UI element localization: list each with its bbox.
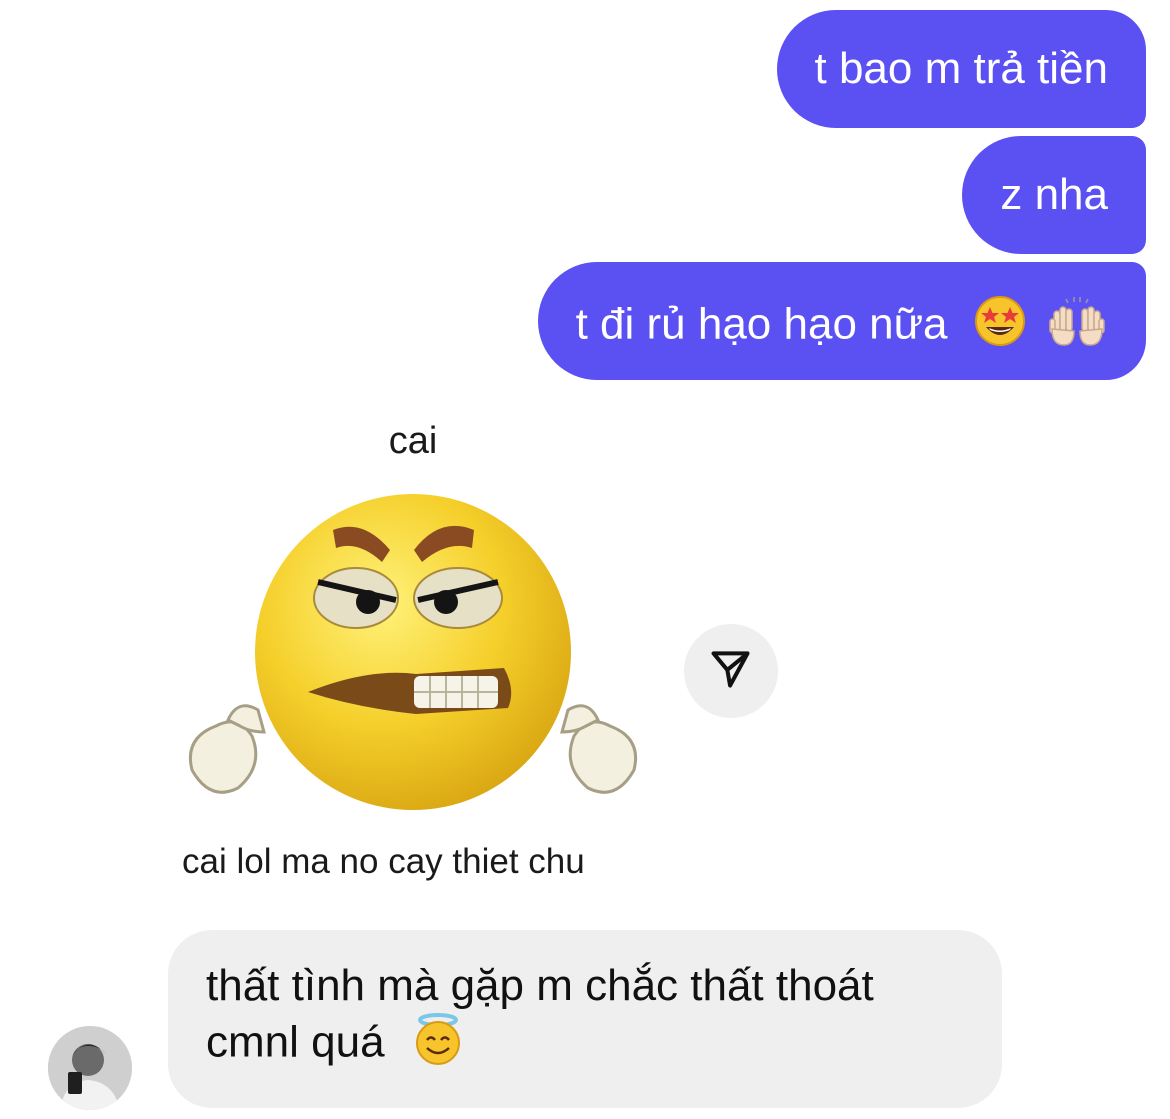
- message-text: t bao m trả tiền: [814, 44, 1108, 93]
- raising-hands-emoji-icon: [1046, 295, 1108, 359]
- incoming-message[interactable]: thất tình mà gặp m chắc thất thoát cmnl …: [168, 930, 1002, 1108]
- sticker-message[interactable]: cai cai lol ma no cay thiet chu: [168, 410, 658, 910]
- send-icon: [709, 647, 753, 696]
- outgoing-message[interactable]: t đi rủ hạo hạo nữa: [537, 262, 1146, 380]
- outgoing-message[interactable]: z nha: [962, 136, 1146, 254]
- sticker-top-text: cai: [388, 420, 438, 462]
- chat-thread: t bao m trả tiền z nha t đi rủ hạo hạo n…: [0, 0, 1170, 1119]
- message-text: t đi rủ hạo hạo nữa: [575, 299, 948, 349]
- outgoing-message[interactable]: t bao m trả tiền: [776, 10, 1146, 128]
- halo-smiling-face-emoji-icon: [411, 1012, 465, 1078]
- message-text: z nha: [1000, 170, 1108, 219]
- sticker-caption: cai lol ma no cay thiet chu: [182, 842, 585, 881]
- share-button[interactable]: [684, 624, 778, 718]
- message-text-line2: cmnl quá: [206, 1017, 385, 1067]
- user-avatar[interactable]: [48, 1026, 132, 1110]
- message-text-line1: thất tình mà gặp m chắc thất thoát: [206, 961, 874, 1010]
- star-struck-emoji-icon: [974, 295, 1026, 359]
- angry-face-sticker-icon: [168, 470, 658, 835]
